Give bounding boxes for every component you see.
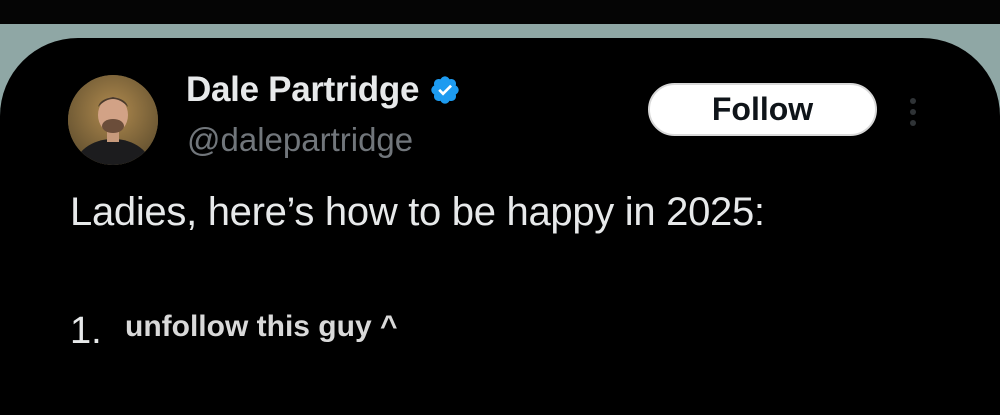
verified-badge-icon — [429, 74, 461, 106]
top-bar — [0, 0, 1000, 24]
overlay-caption: unfollow this guy ^ — [125, 310, 398, 343]
post-card: Dale Partridge @dalepartridge Follow Lad… — [0, 38, 1000, 415]
author-display-name[interactable]: Dale Partridge — [186, 70, 419, 110]
post-text: Ladies, here’s how to be happy in 2025: — [70, 190, 765, 234]
author-avatar[interactable] — [68, 75, 158, 165]
more-vertical-icon[interactable] — [903, 94, 923, 130]
follow-button[interactable]: Follow — [648, 83, 877, 136]
post-list-number: 1. — [70, 310, 102, 352]
author-handle[interactable]: @dalepartridge — [187, 121, 413, 159]
avatar-photo — [68, 75, 158, 165]
author-name-row: Dale Partridge — [186, 68, 461, 112]
